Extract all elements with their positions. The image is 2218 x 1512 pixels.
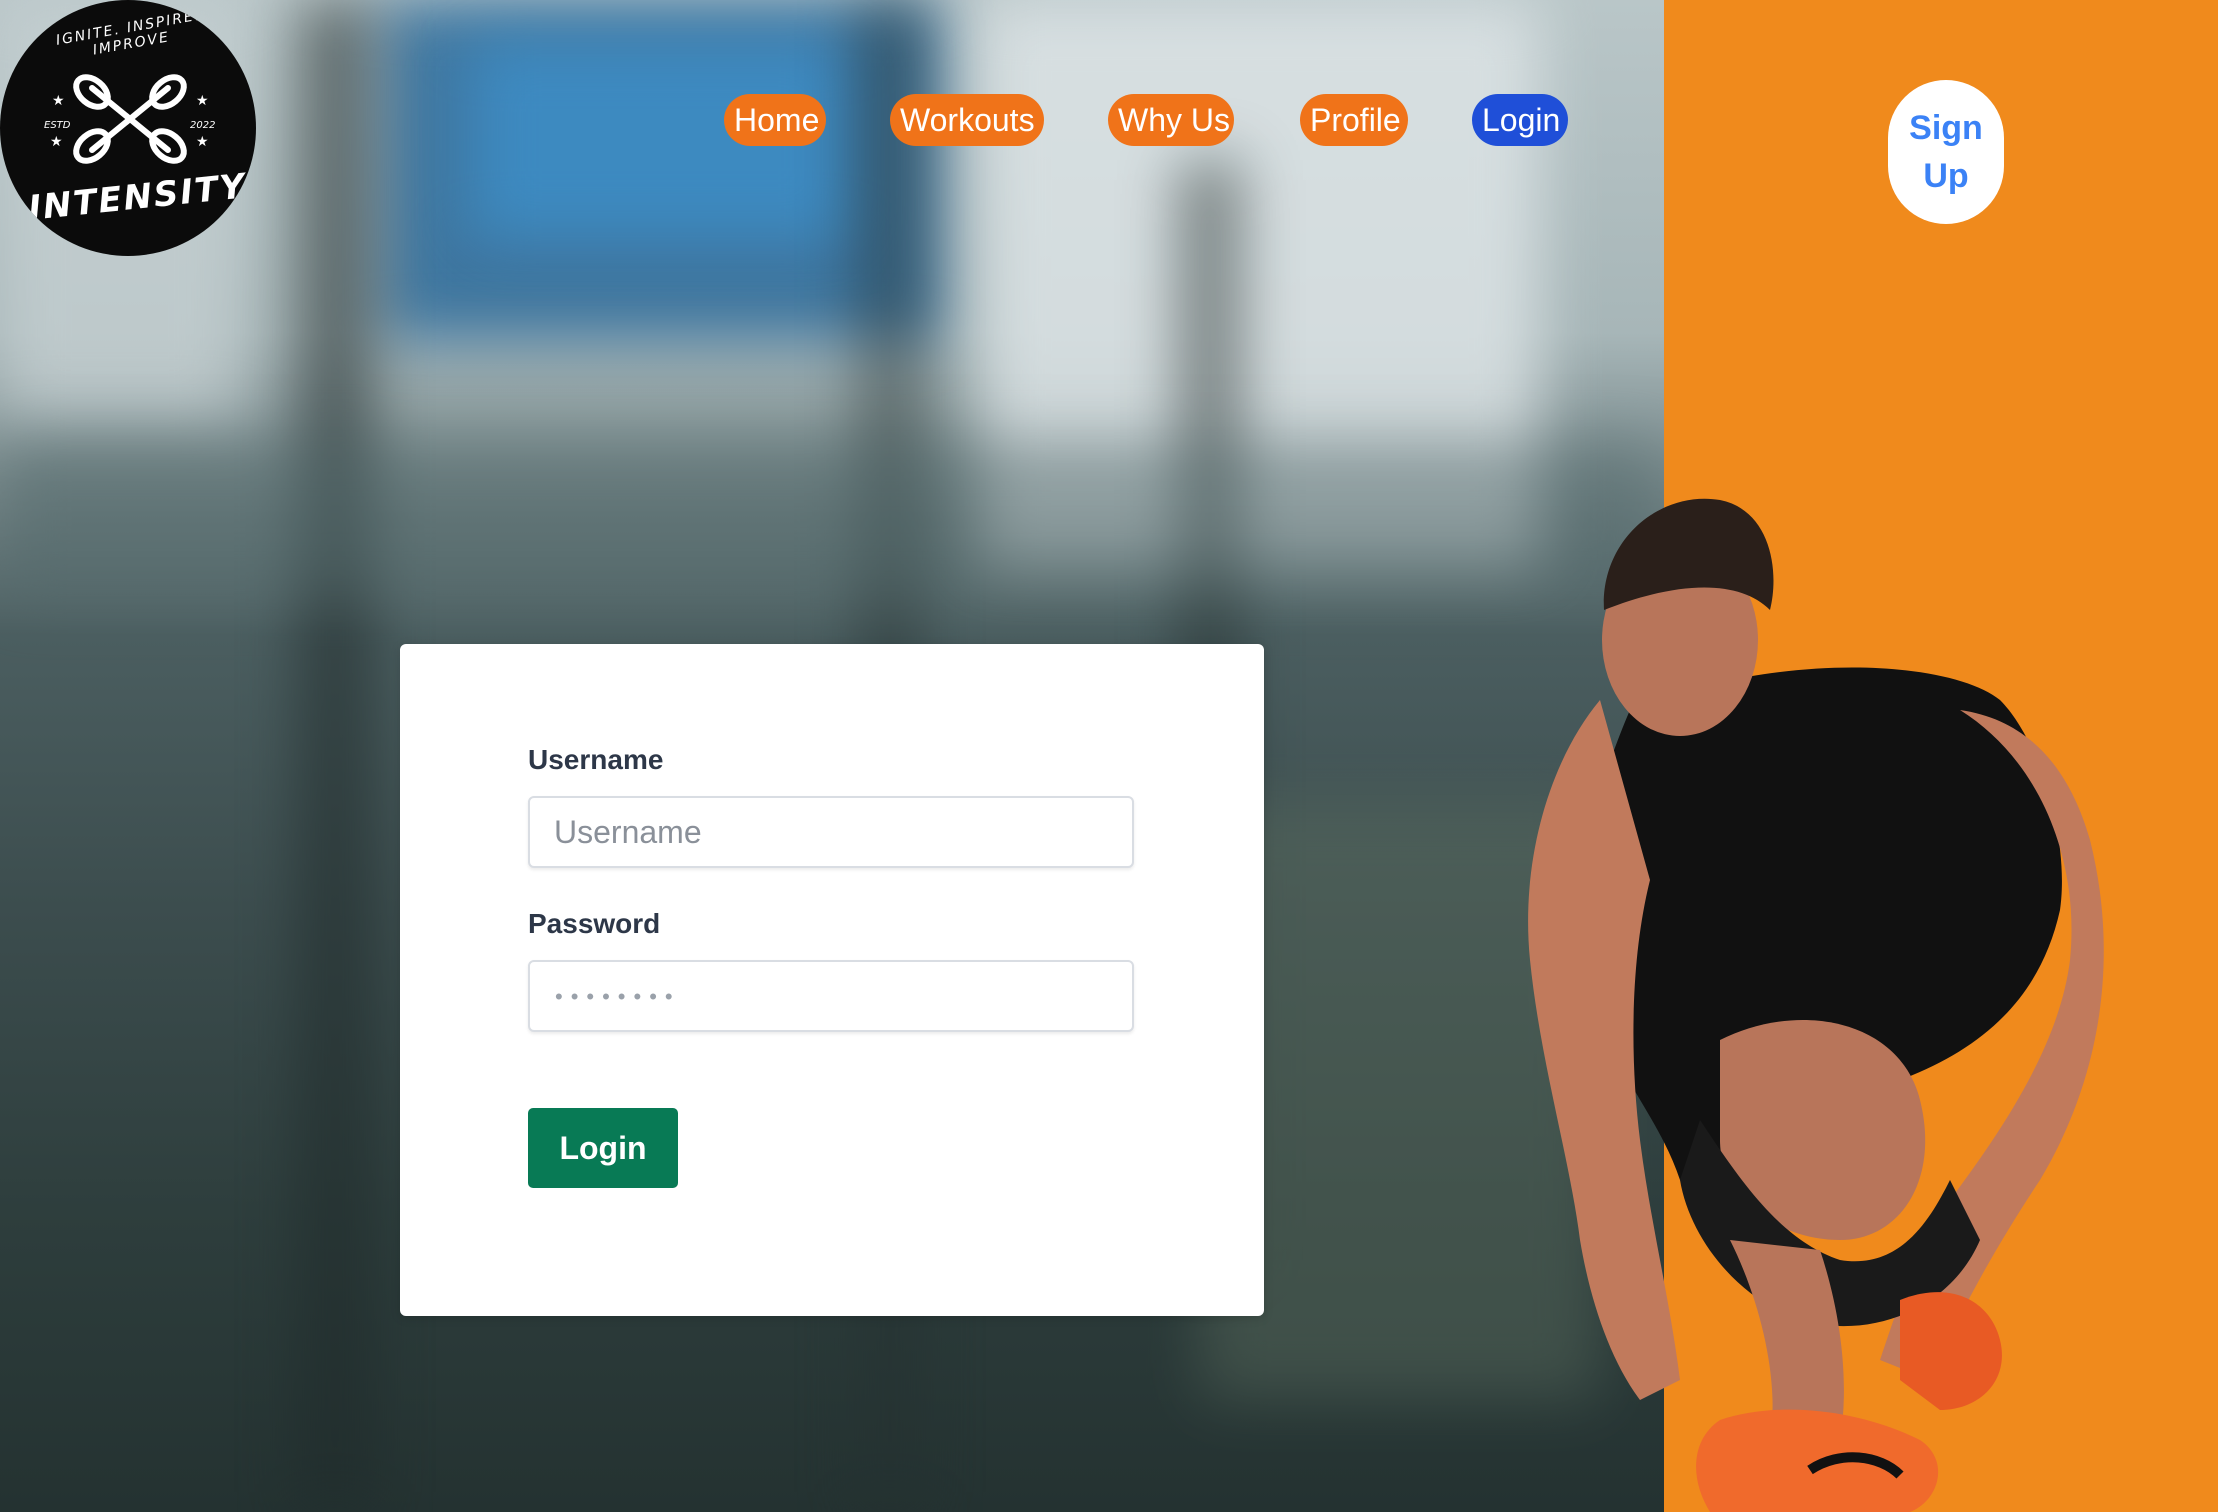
brand-logo[interactable]: ★ ★ ★ ★ IGNITE. INSPIRE. IMPROVE ESTD 20… — [0, 0, 256, 256]
username-label: Username — [528, 744, 664, 775]
svg-text:★: ★ — [196, 133, 209, 149]
svg-text:★: ★ — [50, 133, 63, 149]
nav-login[interactable]: Login — [1472, 94, 1568, 146]
login-submit-button[interactable]: Login — [528, 1108, 678, 1188]
password-label: Password — [528, 908, 661, 939]
nav-home[interactable]: Home — [724, 94, 826, 146]
nav-workouts[interactable]: Workouts — [890, 94, 1044, 146]
sign-up-line2: Up — [1923, 157, 1969, 195]
svg-text:★: ★ — [52, 92, 65, 108]
brand-estd-year: 2022 — [190, 120, 216, 131]
athlete-image — [1528, 498, 2104, 1512]
nav-why-us[interactable]: Why Us — [1108, 94, 1234, 146]
brand-estd-label: ESTD — [44, 120, 71, 131]
password-value: •••••••• — [555, 984, 681, 1009]
nav-profile[interactable]: Profile — [1300, 94, 1408, 146]
username-input[interactable] — [528, 796, 1134, 868]
login-card: Username Password •••••••• Login — [400, 644, 1264, 1316]
sign-up-button[interactable]: Sign Up — [1888, 80, 2004, 224]
sign-up-line1: Sign — [1909, 109, 1983, 147]
svg-text:★: ★ — [196, 92, 209, 108]
